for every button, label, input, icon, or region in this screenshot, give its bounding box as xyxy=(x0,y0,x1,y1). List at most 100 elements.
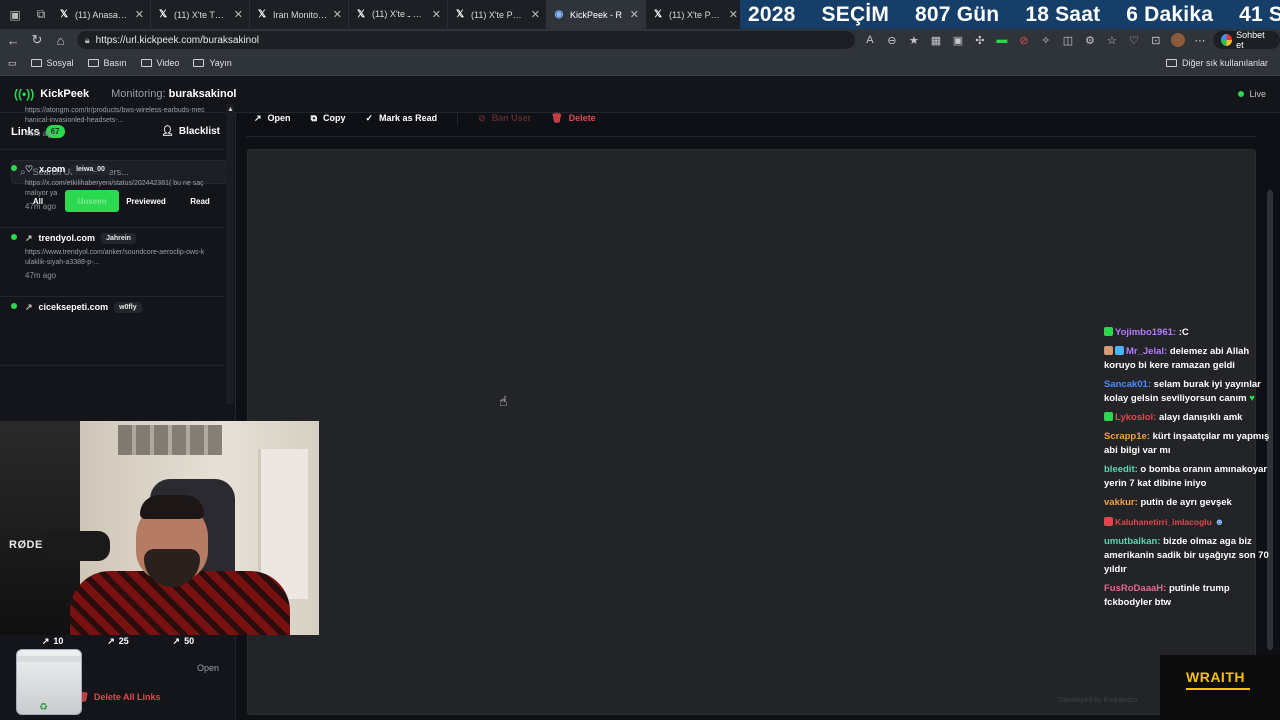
open-link-button[interactable]: ↗ Open xyxy=(254,113,291,124)
developer-credit: Developed by Kodumuzu xyxy=(1058,697,1137,704)
mark-as-read-button[interactable]: ✓ Mark as Read xyxy=(366,113,438,124)
unseen-dot-icon xyxy=(11,165,17,171)
unseen-dot-icon xyxy=(11,234,17,240)
address-bar-row: ← ↻ ⌂ 🔒︎ https://url.kickpeek.com/buraks… xyxy=(0,29,1280,51)
stat-value: 50 xyxy=(184,636,195,646)
favorites-icon[interactable]: ☆ xyxy=(1105,33,1119,47)
shield-icon[interactable]: ♡ xyxy=(1127,33,1141,47)
bookmark-video[interactable]: Video xyxy=(140,58,180,68)
extension-icon[interactable]: ▬ xyxy=(995,33,1009,47)
recycle-icon: ♻ xyxy=(39,702,48,713)
split-view-icon[interactable]: ◫ xyxy=(1061,33,1075,47)
x-logo-icon: 𝕏 xyxy=(455,9,465,20)
close-icon[interactable]: ✕ xyxy=(729,8,738,21)
chat-text: :C xyxy=(1178,327,1189,338)
election-countdown: 2028 SEÇİM 807 Gün 18 Saat 6 Dakika 41 S… xyxy=(740,0,1280,29)
tab-title: (11) X'te The Phil xyxy=(174,9,229,20)
monitoring-status: Monitoring: buraksakinol xyxy=(111,88,236,100)
tab-3[interactable]: 𝕏 (11) X'te نظری ـ ✕ xyxy=(349,0,448,29)
tab-2[interactable]: 𝕏 Iran Monitor | Re ✕ xyxy=(250,0,349,29)
extension-icon[interactable]: ⊡ xyxy=(1149,33,1163,47)
delete-button[interactable]: 🗑︎ Delete xyxy=(551,113,595,124)
x-logo-icon: 𝕏 xyxy=(158,9,168,20)
extension-icon[interactable]: ✣ xyxy=(973,33,987,47)
link-list: https://atongm.com/tr/products/bws-wirel… xyxy=(0,104,226,414)
extension-icon[interactable]: ⚙ xyxy=(1083,33,1097,47)
chat-message: Mr_Jelal: delemez abi Allah koruyo bi ke… xyxy=(1104,345,1280,373)
chat-username: Lykoslol: xyxy=(1115,412,1157,423)
chat-button[interactable]: Sohbet et xyxy=(1212,30,1280,50)
stat-value: 25 xyxy=(118,636,129,646)
extension-icon[interactable]: ⊘ xyxy=(1017,33,1031,47)
external-link-icon: ↗ xyxy=(172,635,181,646)
copy-button[interactable]: ⧉ Copy xyxy=(311,113,346,124)
monitoring-label: Monitoring: xyxy=(111,88,166,100)
link-url: https://x.com/etkilihaberyeni/status/202… xyxy=(25,180,204,197)
countdown-year: 2028 xyxy=(748,2,796,26)
tab-6[interactable]: 𝕏 (11) X'te Pusholc ✕ xyxy=(646,0,745,29)
webcam-wall-frames xyxy=(118,425,222,455)
gift-badge-icon xyxy=(1104,346,1113,355)
translate-icon[interactable]: A xyxy=(863,33,877,47)
link-time: 46m ago xyxy=(25,129,57,138)
chat-username: FusRoDaaaH: xyxy=(1104,583,1167,594)
list-item[interactable]: ↗ ciceksepeti.com w0fly xyxy=(0,297,224,366)
other-bookmarks[interactable]: Diğer sık kullanılanlar xyxy=(1165,58,1268,68)
bookmark-label: Video xyxy=(156,58,180,68)
tab-0[interactable]: 𝕏 (11) Anasayfa / X ✕ xyxy=(52,0,151,29)
list-item[interactable]: ♡ x.com leiwa_00 https://x.com/etkilihab… xyxy=(0,159,224,228)
reload-icon[interactable]: ↻ xyxy=(27,29,48,51)
open-button[interactable]: Open xyxy=(197,663,219,673)
close-icon[interactable]: ✕ xyxy=(531,8,540,21)
scroll-up-icon[interactable]: ▲ xyxy=(227,106,234,113)
close-icon[interactable]: ✕ xyxy=(432,8,441,21)
profile-avatar[interactable] xyxy=(1170,33,1185,47)
close-icon[interactable]: ✕ xyxy=(135,8,144,21)
chat-message: Lykoslol: alayı danışıklı amk xyxy=(1104,411,1280,425)
tab-5[interactable]: ◉ KickPeek - R ✕ xyxy=(547,0,646,29)
folder-icon xyxy=(193,59,205,67)
other-bookmarks-label: Diğer sık kullanılanlar xyxy=(1181,58,1268,68)
workspaces-icon[interactable]: ⧉ xyxy=(30,4,52,26)
more-icon[interactable]: ⋯ xyxy=(1193,33,1207,47)
ban-user-button[interactable]: ⊘ Ban User xyxy=(478,113,531,124)
bookmarks-bar: ▭ Sosyal Basın Video Yayın Diğer sık kul… xyxy=(0,51,1280,76)
external-link-icon: ↗ xyxy=(25,232,33,243)
subscriber-badge-icon xyxy=(1104,517,1113,526)
link-url: https://www.trendyol.com/anker/soundcore… xyxy=(25,249,205,266)
close-icon[interactable]: ✕ xyxy=(234,8,243,21)
tab-actions-icon[interactable]: ▣ xyxy=(4,4,26,26)
chat-button-label: Sohbet et xyxy=(1236,30,1265,50)
check-icon: ✓ xyxy=(365,112,374,123)
bookmark-label: Basın xyxy=(103,58,127,68)
list-item[interactable]: ↗ trendyol.com Jahrein https://www.trend… xyxy=(0,228,224,297)
zoom-icon[interactable]: ⊖ xyxy=(885,33,899,47)
tab-1[interactable]: 𝕏 (11) X'te The Phil ✕ xyxy=(151,0,250,29)
puzzle-icon[interactable]: ✧ xyxy=(1039,33,1053,47)
subscriber-badge-icon xyxy=(1104,327,1113,336)
back-icon[interactable]: ← xyxy=(3,29,24,51)
external-link-icon: ↗ xyxy=(25,301,33,312)
extension-icon[interactable]: ▣ xyxy=(951,33,965,47)
close-icon[interactable]: ✕ xyxy=(333,8,342,21)
microphone xyxy=(40,531,110,561)
bookmark-basin[interactable]: Basın xyxy=(87,58,127,68)
x-logo-icon: ♡ xyxy=(25,163,34,174)
tab-4[interactable]: 𝕏 (11) X'te Pouria Z ✕ xyxy=(448,0,547,29)
list-item[interactable]: https://atongm.com/tr/products/bws-wirel… xyxy=(0,104,224,150)
bookmark-yayin[interactable]: Yayın xyxy=(193,58,232,68)
bookmark-sosyal[interactable]: Sosyal xyxy=(30,58,74,68)
diamond-badge-icon xyxy=(1115,346,1124,355)
reading-list-icon[interactable]: ▭ xyxy=(8,58,17,69)
app-logo[interactable]: ((•)) KickPeek xyxy=(14,87,89,101)
home-icon[interactable]: ⌂ xyxy=(50,29,71,51)
extension-icon[interactable]: ▦ xyxy=(929,33,943,47)
url-input[interactable]: 🔒︎ https://url.kickpeek.com/buraksakinol xyxy=(76,31,855,49)
trash-icon: 🗑︎ xyxy=(551,112,563,123)
star-icon[interactable]: ★ xyxy=(907,33,921,47)
list-scrollbar[interactable]: ▲ xyxy=(226,104,234,404)
folder-icon xyxy=(1165,59,1177,67)
link-url: https://atongm.com/tr/products/bws-wirel… xyxy=(25,107,205,124)
close-icon[interactable]: ✕ xyxy=(630,8,639,21)
link-user: Jahrein xyxy=(101,232,136,244)
